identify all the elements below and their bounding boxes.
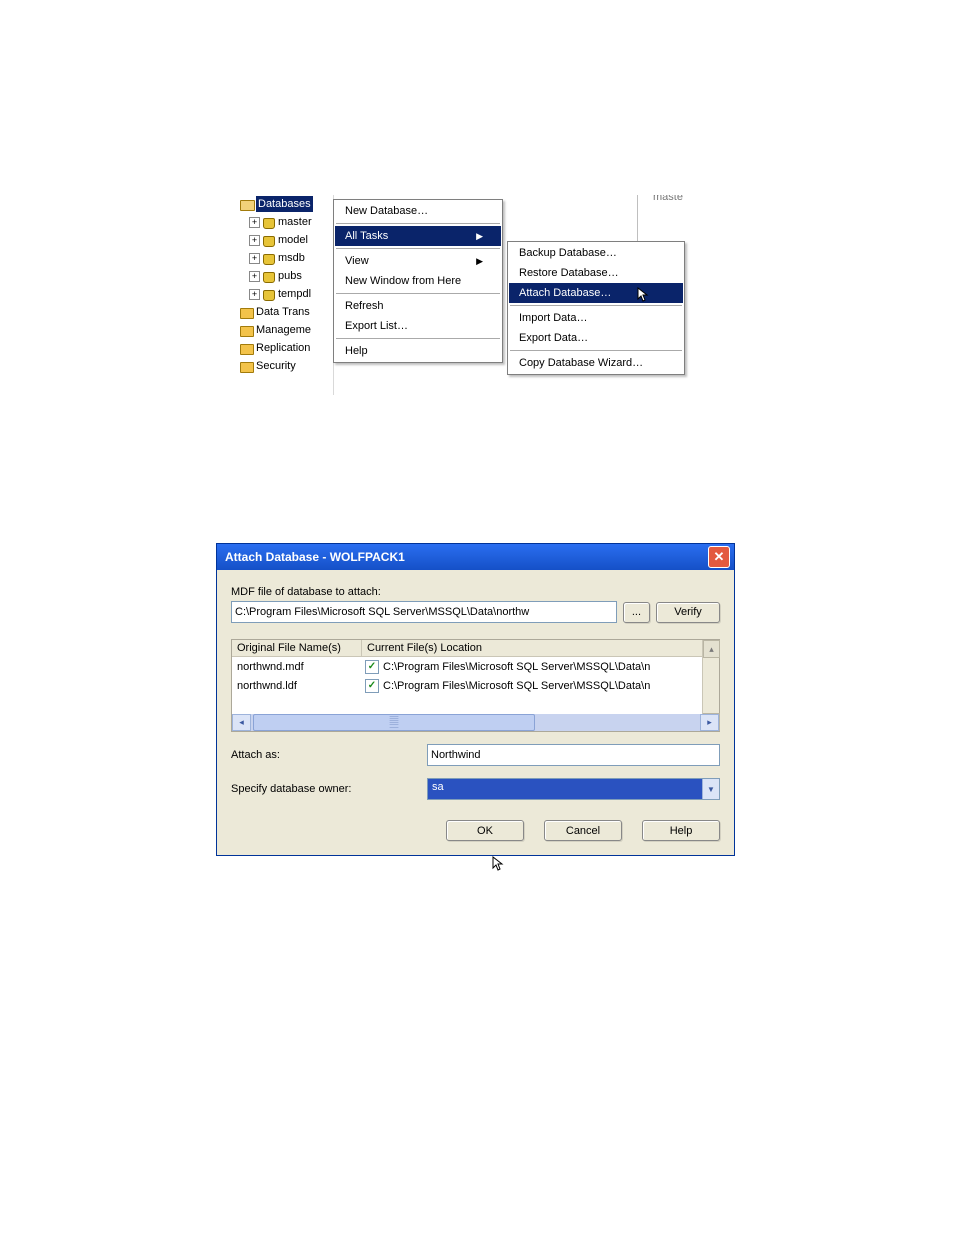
scroll-right-button[interactable]: ▸ <box>700 714 719 731</box>
close-icon: ✕ <box>714 549 725 565</box>
dialog-title: Attach Database - WOLFPACK1 <box>225 550 405 564</box>
scrollbar-thumb[interactable]: 𝄛 <box>253 714 535 731</box>
menu-item-import-data[interactable]: Import Data… <box>509 308 683 328</box>
scroll-left-button[interactable]: ◂ <box>232 714 251 731</box>
folder-icon <box>240 324 253 337</box>
dropdown-selected-value: sa <box>428 779 702 799</box>
folder-icon <box>240 360 253 373</box>
menu-item-new-window[interactable]: New Window from Here <box>335 271 501 291</box>
tree-node-databases[interactable]: Databases <box>237 195 333 213</box>
database-icon <box>262 288 275 301</box>
folder-icon <box>240 342 253 355</box>
menu-item-restore-database[interactable]: Restore Database… <box>509 263 683 283</box>
dialog-titlebar[interactable]: Attach Database - WOLFPACK1 ✕ <box>217 544 734 570</box>
chevron-down-icon[interactable]: ▼ <box>702 779 719 799</box>
table-row[interactable]: northwnd.ldf ✓ C:\Program Files\Microsoft… <box>232 676 719 695</box>
submenu-arrow-icon: ▶ <box>456 256 483 267</box>
tree-label: Databases <box>258 198 311 210</box>
tree-node-model[interactable]: + model <box>237 231 333 249</box>
attach-database-dialog: Attach Database - WOLFPACK1 ✕ MDF file o… <box>216 543 735 856</box>
tree-node-msdb[interactable]: + msdb <box>237 249 333 267</box>
mdf-path-input[interactable] <box>231 601 617 623</box>
menu-item-help[interactable]: Help <box>335 341 501 361</box>
scroll-up-button[interactable]: ▴ <box>703 640 720 658</box>
check-icon: ✓ <box>365 660 379 674</box>
cell-current-location: C:\Program Files\Microsoft SQL Server\MS… <box>383 680 650 692</box>
expand-icon[interactable]: + <box>249 271 260 282</box>
database-icon <box>262 270 275 283</box>
menu-item-export-list[interactable]: Export List… <box>335 316 501 336</box>
cancel-button[interactable]: Cancel <box>544 820 622 841</box>
cursor-icon <box>492 856 508 872</box>
verify-button[interactable]: Verify <box>656 602 720 623</box>
tree-label: msdb <box>278 252 305 264</box>
tree-label: tempdl <box>278 288 311 300</box>
tree-label: master <box>278 216 312 228</box>
tree-panel: Databases + master + model + msdb + pubs… <box>237 195 334 395</box>
database-icon <box>262 216 275 229</box>
tree-node-data-transformation[interactable]: Data Trans <box>237 303 333 321</box>
menu-separator <box>336 338 500 339</box>
menu-separator <box>510 305 682 306</box>
truncated-text: maste <box>653 195 683 203</box>
attach-as-input[interactable] <box>427 744 720 766</box>
mdf-file-label: MDF file of database to attach: <box>231 586 720 598</box>
menu-separator <box>336 293 500 294</box>
cell-original-filename: northwnd.mdf <box>232 661 362 673</box>
horizontal-scrollbar[interactable]: ◂ 𝄛 ▸ <box>232 714 719 731</box>
tree-node-management[interactable]: Manageme <box>237 321 333 339</box>
tree-label: model <box>278 234 308 246</box>
expand-icon[interactable]: + <box>249 235 260 246</box>
column-header-original[interactable]: Original File Name(s) <box>232 640 362 656</box>
tree-node-master[interactable]: + master <box>237 213 333 231</box>
menu-item-new-database[interactable]: New Database… <box>335 201 501 221</box>
help-button[interactable]: Help <box>642 820 720 841</box>
database-icon <box>262 234 275 247</box>
database-owner-dropdown[interactable]: sa ▼ <box>427 778 720 800</box>
menu-item-copy-database-wizard[interactable]: Copy Database Wizard… <box>509 353 683 373</box>
context-menu-databases[interactable]: New Database… All Tasks ▶ View ▶ New Win… <box>333 199 503 363</box>
menu-item-refresh[interactable]: Refresh <box>335 296 501 316</box>
ok-button[interactable]: OK <box>446 820 524 841</box>
tree-label: Security <box>256 360 296 372</box>
tree-node-security[interactable]: Security <box>237 357 333 375</box>
file-list-table: Original File Name(s) Current File(s) Lo… <box>231 639 720 732</box>
tree-node-pubs[interactable]: + pubs <box>237 267 333 285</box>
menu-separator <box>336 223 500 224</box>
attach-as-label: Attach as: <box>231 749 427 761</box>
cell-current-location: C:\Program Files\Microsoft SQL Server\MS… <box>383 661 650 673</box>
browse-button[interactable]: ... <box>623 602 650 623</box>
table-header: Original File Name(s) Current File(s) Lo… <box>232 640 719 657</box>
tree-label: Replication <box>256 342 310 354</box>
dialog-body: MDF file of database to attach: ... Veri… <box>217 570 734 855</box>
menu-item-backup-database[interactable]: Backup Database… <box>509 243 683 263</box>
enterprise-manager-fragment: maste Databases + master + model + msdb … <box>237 195 704 395</box>
column-header-current[interactable]: Current File(s) Location <box>362 640 719 656</box>
tree-label: Data Trans <box>256 306 310 318</box>
tree-node-tempdb[interactable]: + tempdl <box>237 285 333 303</box>
folder-open-icon <box>240 198 253 211</box>
expand-icon[interactable]: + <box>249 253 260 264</box>
tree-node-replication[interactable]: Replication <box>237 339 333 357</box>
context-submenu-all-tasks[interactable]: Backup Database… Restore Database… Attac… <box>507 241 685 375</box>
close-button[interactable]: ✕ <box>708 546 730 568</box>
database-icon <box>262 252 275 265</box>
cell-original-filename: northwnd.ldf <box>232 680 362 692</box>
expand-icon[interactable]: + <box>249 217 260 228</box>
menu-item-view[interactable]: View ▶ <box>335 251 501 271</box>
expand-icon[interactable]: + <box>249 289 260 300</box>
database-owner-label: Specify database owner: <box>231 783 427 795</box>
menu-item-all-tasks[interactable]: All Tasks ▶ <box>335 226 501 246</box>
tree-label: pubs <box>278 270 302 282</box>
menu-item-attach-database[interactable]: Attach Database… <box>509 283 683 303</box>
menu-item-export-data[interactable]: Export Data… <box>509 328 683 348</box>
menu-separator <box>510 350 682 351</box>
menu-separator <box>336 248 500 249</box>
folder-icon <box>240 306 253 319</box>
submenu-arrow-icon: ▶ <box>456 231 483 242</box>
check-icon: ✓ <box>365 679 379 693</box>
tree-label: Manageme <box>256 324 311 336</box>
table-row[interactable]: northwnd.mdf ✓ C:\Program Files\Microsoft… <box>232 657 719 676</box>
